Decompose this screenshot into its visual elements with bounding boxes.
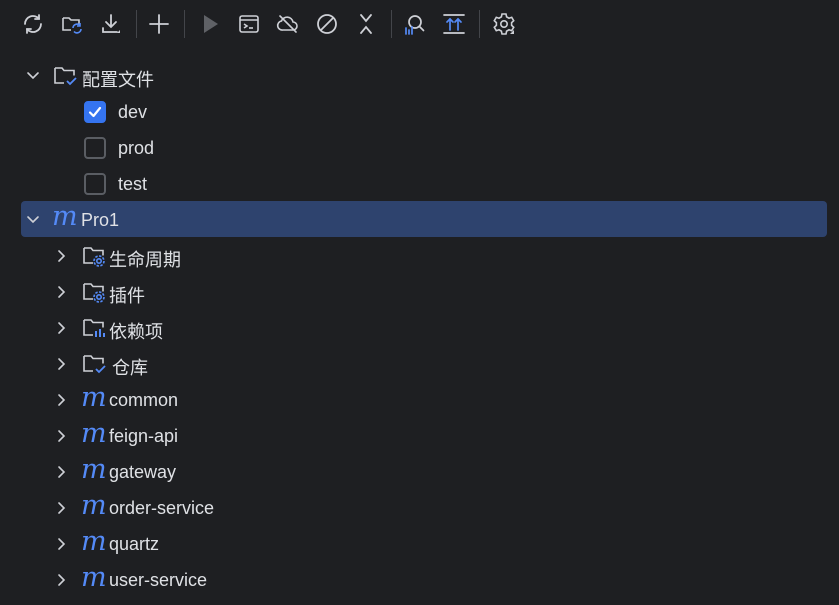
toolbar-separator	[479, 10, 480, 38]
tree-node-module-feign-api[interactable]: m feign-api	[0, 418, 839, 454]
profile-label: test	[118, 174, 148, 194]
module-label: gateway	[109, 462, 177, 482]
analyze-dependencies-icon	[405, 15, 425, 35]
dependencies-folder-icon	[81, 315, 107, 341]
profile-label: prod	[118, 138, 155, 158]
show-diagram-icon	[443, 14, 465, 34]
chevron-right-icon[interactable]	[53, 356, 69, 372]
module-label: feign-api	[109, 426, 179, 446]
maven-module-icon: m	[81, 382, 107, 413]
module-label: common	[109, 390, 179, 410]
dependencies-label: 依赖项	[109, 322, 163, 342]
run-button[interactable]	[194, 8, 226, 40]
download-button[interactable]	[95, 8, 127, 40]
show-diagram-button[interactable]	[438, 8, 470, 40]
tree-node-module-quartz[interactable]: m quartz	[0, 526, 839, 562]
tree-node-module-order-service[interactable]: m order-service	[0, 490, 839, 526]
execute-goal-button[interactable]	[233, 8, 265, 40]
settings-button[interactable]	[488, 8, 520, 40]
profile-checkbox-prod[interactable]	[84, 137, 106, 159]
tree-node-dependencies[interactable]: 依赖项	[0, 310, 839, 346]
chevron-right-icon[interactable]	[53, 284, 69, 300]
toolbar-separator	[136, 10, 137, 38]
maven-module-icon: m	[81, 490, 107, 521]
execute-goal-icon	[239, 15, 259, 33]
plugins-label: 插件	[109, 286, 145, 306]
maven-module-icon: m	[81, 418, 107, 449]
toolbar-separator	[391, 10, 392, 38]
chevron-right-icon[interactable]	[53, 248, 69, 264]
chevron-down-icon[interactable]	[25, 211, 41, 227]
chevron-right-icon[interactable]	[53, 392, 69, 408]
profile-item-prod[interactable]: prod	[0, 130, 839, 166]
profile-label: dev	[118, 102, 148, 122]
maven-module-icon: m	[81, 562, 107, 593]
collapse-all-button[interactable]	[350, 8, 382, 40]
project-label: Pro1	[81, 210, 120, 230]
lifecycle-folder-icon	[81, 243, 107, 269]
tree-node-lifecycle[interactable]: 生命周期	[0, 238, 839, 274]
tree-node-profiles[interactable]: 配置文件	[0, 58, 839, 94]
profile-checkbox-dev[interactable]	[84, 101, 106, 123]
reload-icon	[24, 14, 42, 34]
reload-folder-button[interactable]	[56, 8, 88, 40]
maven-toolbar	[0, 0, 839, 48]
tree-node-module-gateway[interactable]: m gateway	[0, 454, 839, 490]
chevron-right-icon[interactable]	[53, 500, 69, 516]
profile-checkbox-test[interactable]	[84, 173, 106, 195]
profile-item-test[interactable]: test	[0, 166, 839, 202]
download-icon	[102, 14, 120, 33]
maven-module-icon: m	[81, 454, 107, 485]
tree-node-module-common[interactable]: m common	[0, 382, 839, 418]
lifecycle-label: 生命周期	[109, 250, 181, 270]
maven-module-icon: m	[81, 526, 107, 557]
profiles-label: 配置文件	[82, 70, 154, 90]
skip-tests-icon	[317, 14, 337, 34]
offline-mode-button[interactable]	[272, 8, 304, 40]
toolbar-separator	[184, 10, 185, 38]
profile-item-dev[interactable]: dev	[0, 94, 839, 130]
offline-mode-icon	[276, 15, 298, 33]
chevron-right-icon[interactable]	[53, 572, 69, 588]
collapse-all-icon	[360, 14, 372, 34]
tree-node-plugins[interactable]: 插件	[0, 274, 839, 310]
module-label: quartz	[109, 534, 160, 554]
run-icon	[204, 15, 218, 33]
settings-icon	[493, 13, 515, 35]
repositories-label: 仓库	[112, 358, 148, 378]
add-button[interactable]	[143, 8, 175, 40]
tree-node-project[interactable]: m Pro1	[0, 201, 839, 237]
selection-highlight	[21, 201, 827, 237]
plugins-folder-icon	[81, 279, 107, 305]
chevron-right-icon[interactable]	[53, 536, 69, 552]
profiles-folder-icon	[52, 63, 78, 89]
chevron-right-icon[interactable]	[53, 464, 69, 480]
analyze-dependencies-button[interactable]	[398, 8, 430, 40]
repositories-folder-icon	[81, 351, 107, 377]
module-label: order-service	[109, 498, 215, 518]
module-label: user-service	[109, 570, 208, 590]
tree-node-module-user-service[interactable]: m user-service	[0, 562, 839, 598]
tree-node-repositories[interactable]: 仓库	[0, 346, 839, 382]
reload-folder-icon	[62, 17, 82, 34]
skip-tests-button[interactable]	[311, 8, 343, 40]
chevron-down-icon[interactable]	[25, 67, 41, 83]
add-icon	[149, 14, 169, 34]
reload-button[interactable]	[17, 8, 49, 40]
chevron-right-icon[interactable]	[53, 428, 69, 444]
chevron-right-icon[interactable]	[53, 320, 69, 336]
checkmark-icon	[88, 106, 102, 118]
maven-module-icon: m	[52, 201, 78, 232]
